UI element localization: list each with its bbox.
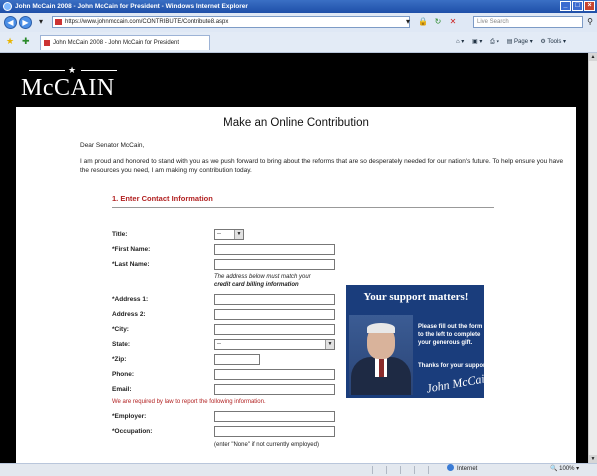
- occupation-note: (enter "None" if not currently employed): [214, 442, 319, 448]
- logo-star-icon: ★: [68, 65, 77, 75]
- first-name-field[interactable]: [214, 244, 335, 255]
- occupation-label: *Occupation:: [112, 428, 153, 435]
- address-url: https://www.johnmccain.com/CONTRIBUTE/Co…: [65, 19, 229, 25]
- security-zone[interactable]: Internet: [447, 464, 477, 475]
- internet-explorer-icon: [3, 2, 12, 11]
- occupation-field[interactable]: [214, 426, 335, 437]
- print-icon[interactable]: ⎙ ▾: [490, 39, 499, 45]
- logo-text: McCAIN: [21, 75, 115, 101]
- forward-button[interactable]: ▶: [19, 16, 32, 29]
- email-label: Email:: [112, 386, 132, 393]
- recent-pages-dropdown-icon[interactable]: ▾: [36, 17, 46, 27]
- city-label: *City:: [112, 326, 129, 333]
- globe-icon: [447, 464, 454, 471]
- refresh-icon[interactable]: ↻: [433, 17, 443, 27]
- tab-favicon-icon: [44, 40, 50, 46]
- tab-toolbar: ★ ✚ John McCain 2008 - John McCain for P…: [0, 32, 597, 53]
- stop-icon[interactable]: ✕: [448, 17, 458, 27]
- zoom-value: 100%: [559, 466, 575, 472]
- title-select-value: --: [217, 231, 221, 237]
- zone-label: Internet: [457, 466, 478, 472]
- address-input[interactable]: https://www.johnmccain.com/CONTRIBUTE/Co…: [52, 16, 410, 28]
- page-menu[interactable]: ▤ Page ▾: [507, 39, 533, 45]
- intro-paragraph: I am proud and honored to stand with you…: [80, 158, 564, 174]
- last-name-label: *Last Name:: [112, 261, 150, 268]
- back-button[interactable]: ◀: [4, 16, 17, 29]
- lock-icon[interactable]: 🔒: [418, 17, 428, 27]
- section-divider: [112, 207, 494, 208]
- section-title: 1. Enter Contact Information: [112, 194, 213, 203]
- close-button[interactable]: ×: [584, 1, 595, 11]
- address-note-emphasis: credit card billing information: [214, 282, 299, 288]
- address-dropdown-icon[interactable]: ▾: [403, 17, 413, 27]
- title-label: Title:: [112, 231, 128, 238]
- banner-thanks: Thanks for your support!: [418, 363, 485, 369]
- photo-tie: [379, 359, 384, 377]
- state-select[interactable]: -- ▼: [214, 339, 335, 350]
- chevron-down-icon: ▼: [234, 230, 243, 239]
- page-content: ★ McCAIN Make an Online Contribution Dea…: [0, 53, 588, 463]
- home-icon[interactable]: ⌂ ▾: [456, 39, 464, 45]
- scroll-down-icon[interactable]: ▼: [589, 455, 597, 463]
- site-favicon-icon: [55, 19, 62, 25]
- window-titlebar: John McCain 2008 - John McCain for Presi…: [0, 0, 597, 13]
- page-title: Make an Online Contribution: [223, 117, 369, 129]
- vertical-scrollbar[interactable]: ▲ ▼: [588, 53, 597, 463]
- banner-headline: Your support matters!: [363, 291, 469, 303]
- address-toolbar: ◀ ▶ ▾ https://www.johnmccain.com/CONTRIB…: [0, 13, 597, 33]
- zip-label: *Zip:: [112, 356, 127, 363]
- candidate-photo: [349, 315, 413, 395]
- phone-field[interactable]: [214, 369, 335, 380]
- state-select-value: --: [217, 341, 221, 347]
- status-segment: [386, 466, 399, 474]
- last-name-field[interactable]: [214, 259, 335, 270]
- feeds-icon[interactable]: ▣ ▾: [472, 39, 482, 45]
- address-note-line-2: credit card billing information: [214, 281, 299, 289]
- site-logo[interactable]: ★ McCAIN: [21, 65, 131, 105]
- city-field[interactable]: [214, 324, 335, 335]
- support-banner[interactable]: Your support matters! Please fill out th…: [345, 284, 485, 399]
- state-label: State:: [112, 341, 131, 348]
- address-note-line-1: The address below must match your: [214, 274, 311, 280]
- status-segment: [414, 466, 427, 474]
- zoom-level[interactable]: 🔍 100% ▾: [550, 464, 579, 475]
- address1-field[interactable]: [214, 294, 335, 305]
- address1-label: *Address 1:: [112, 296, 149, 303]
- tools-menu[interactable]: ⚙ Tools ▾: [540, 39, 566, 45]
- employer-label: *Employer:: [112, 413, 147, 420]
- search-input[interactable]: Live Search: [473, 16, 583, 28]
- tab-label: John McCain 2008 - John McCain for Presi…: [53, 40, 180, 46]
- address2-label: Address 2:: [112, 311, 146, 318]
- window-controls: _ □ ×: [560, 1, 595, 11]
- contribution-panel: Make an Online Contribution Dear Senator…: [16, 107, 576, 463]
- command-bar: ⌂ ▾ ▣ ▾ ⎙ ▾ ▤ Page ▾ ⚙ Tools ▾: [456, 38, 566, 46]
- greeting-text: Dear Senator McCain,: [80, 142, 145, 149]
- required-notice: We are required by law to report the fol…: [112, 399, 266, 405]
- logo-rule-right: [81, 70, 117, 71]
- banner-text: Please fill out the form to the left to …: [418, 324, 483, 346]
- first-name-label: *First Name:: [112, 246, 151, 253]
- status-segment: [400, 466, 413, 474]
- photo-hair: [367, 323, 395, 333]
- add-favorites-icon[interactable]: ✚: [22, 36, 30, 46]
- tab-active[interactable]: John McCain 2008 - John McCain for Presi…: [40, 35, 210, 50]
- phone-label: Phone:: [112, 371, 135, 378]
- status-segment: [372, 466, 385, 474]
- email-field[interactable]: [214, 384, 335, 395]
- chevron-down-icon: ▼: [325, 340, 334, 349]
- search-icon[interactable]: ⚲: [585, 17, 595, 27]
- address2-field[interactable]: [214, 309, 335, 320]
- status-bar: Internet 🔍 100% ▾: [0, 463, 597, 476]
- maximize-button[interactable]: □: [572, 1, 583, 11]
- signature: John McCain: [425, 370, 485, 396]
- zip-field[interactable]: [214, 354, 260, 365]
- title-select[interactable]: -- ▼: [214, 229, 244, 240]
- logo-rule-left: [29, 70, 65, 71]
- window-title: John McCain 2008 - John McCain for Presi…: [15, 3, 248, 10]
- employer-field[interactable]: [214, 411, 335, 422]
- scroll-up-icon[interactable]: ▲: [589, 53, 597, 61]
- minimize-button[interactable]: _: [560, 1, 571, 11]
- status-segment: [428, 466, 441, 474]
- favorites-star-icon[interactable]: ★: [6, 36, 14, 46]
